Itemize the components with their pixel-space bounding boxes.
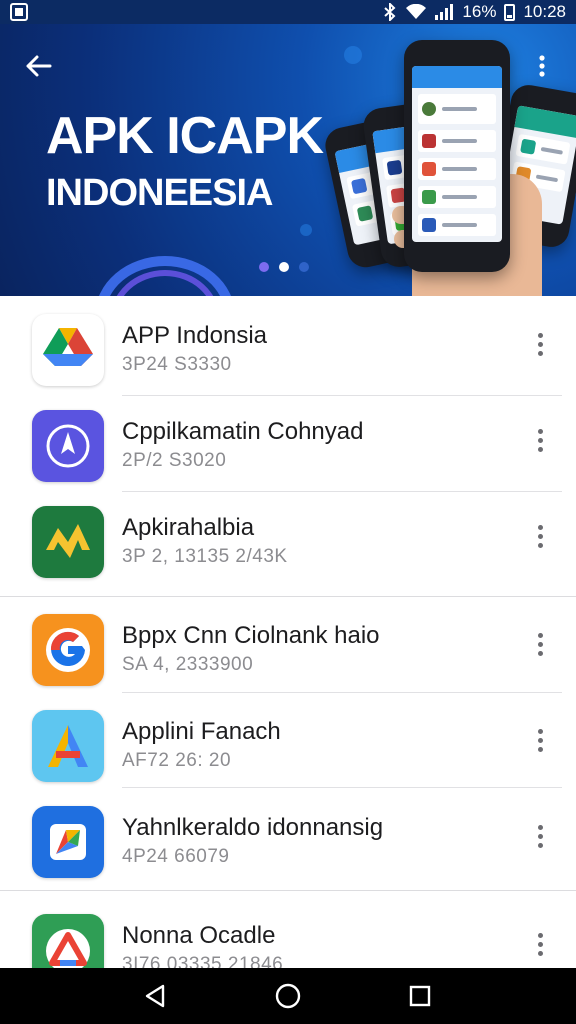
app-name: Yahnlkeraldo idonnansig <box>122 814 384 841</box>
list-divider <box>122 491 562 492</box>
app-name: Nonna Ocadle <box>122 922 276 949</box>
app-meta: 3P24 S3330 <box>122 354 232 375</box>
app-list-item[interactable]: Cppilkamatin Cohnyad 2P/2 S3020 <box>0 392 576 488</box>
list-divider <box>0 596 576 597</box>
more-vert-icon[interactable] <box>526 818 554 854</box>
carousel-dot[interactable] <box>299 262 309 272</box>
app-list-item[interactable]: Yahnlkeraldo idonnansig 4P24 66079 <box>0 788 576 884</box>
list-divider <box>122 395 562 396</box>
back-triangle-icon <box>145 984 165 1008</box>
banner-subtitle: INDONEESIA <box>46 172 273 214</box>
promo-banner[interactable]: APK ICAPK INDONEESIA <box>0 24 576 296</box>
app-list-item[interactable]: Bppx Cnn Ciolnank haio SA 4, 2333900 <box>0 596 576 692</box>
more-vert-icon <box>539 55 545 77</box>
app-name: Cppilkamatin Cohnyad <box>122 418 364 445</box>
app-meta: 3P 2, 13135 2/43K <box>122 546 288 567</box>
banner-title: APK ICAPK <box>46 107 324 165</box>
signal-icon <box>434 3 454 21</box>
app-meta: 4P24 66079 <box>122 846 230 867</box>
carousel-dot-active[interactable] <box>279 262 289 272</box>
phone-illustration-main <box>404 40 510 272</box>
app-name: Bppx Cnn Ciolnank haio <box>122 622 380 649</box>
status-bar: 16% 10:28 <box>0 0 576 24</box>
app-meta: AF72 26: 20 <box>122 750 232 771</box>
more-vert-icon[interactable] <box>526 518 554 554</box>
compass-plane-icon <box>32 410 104 482</box>
bluetooth-icon <box>382 3 398 21</box>
list-divider <box>122 787 562 788</box>
clock: 10:28 <box>523 2 566 21</box>
navigation-bar <box>0 968 576 1024</box>
back-button[interactable] <box>20 48 56 84</box>
more-vert-icon[interactable] <box>526 626 554 662</box>
app-name: APP Indonsia <box>122 322 267 349</box>
recents-square-icon <box>409 985 431 1007</box>
app-meta: 2P/2 S3020 <box>122 450 227 471</box>
yellow-arrows-icon <box>32 506 104 578</box>
more-vert-icon[interactable] <box>526 326 554 362</box>
nav-home-button[interactable] <box>268 976 308 1016</box>
more-vert-icon[interactable] <box>526 422 554 458</box>
carousel-indicator[interactable] <box>259 262 309 272</box>
battery-percent: 16% <box>462 2 497 21</box>
battery-icon <box>504 3 516 21</box>
app-name: Applini Fanach <box>122 718 281 745</box>
nav-recents-button[interactable] <box>400 976 440 1016</box>
home-circle-icon <box>275 983 301 1009</box>
pinwheel-icon <box>32 806 104 878</box>
arrow-left-icon <box>26 55 52 77</box>
more-vert-icon[interactable] <box>526 926 554 962</box>
carousel-dot[interactable] <box>259 262 269 272</box>
notification-icon <box>10 3 28 21</box>
overflow-menu-button[interactable] <box>530 48 554 84</box>
app-screen: 16% 10:28 APK ICAPK INDONEESIA APP Indon… <box>0 0 576 1024</box>
list-divider <box>122 692 562 693</box>
app-meta: 3I76 03335 21846 <box>122 954 284 968</box>
list-divider <box>0 890 576 891</box>
wifi-icon <box>406 4 427 20</box>
more-vert-icon[interactable] <box>526 722 554 758</box>
nav-back-button[interactable] <box>136 976 176 1016</box>
decor-bubble <box>344 46 362 64</box>
g-logo-icon <box>32 614 104 686</box>
triangle-logo-icon <box>32 914 104 968</box>
app-list-item[interactable]: Apkirahalbia 3P 2, 13135 2/43K <box>0 488 576 584</box>
app-meta: SA 4, 2333900 <box>122 654 254 675</box>
app-name: Apkirahalbia <box>122 514 255 541</box>
app-list-item[interactable]: Applini Fanach AF72 26: 20 <box>0 692 576 788</box>
letter-a-icon <box>32 710 104 782</box>
app-list-item[interactable]: Nonna Ocadle 3I76 03335 21846 <box>0 896 576 968</box>
google-drive-icon <box>32 314 104 386</box>
app-list-item[interactable]: APP Indonsia 3P24 S3330 <box>0 296 576 392</box>
app-list: APP Indonsia 3P24 S3330 Cppilkamatin Cohny… <box>0 296 576 968</box>
decor-bubble <box>300 224 312 236</box>
status-bar-right: 16% 10:28 <box>382 2 566 22</box>
